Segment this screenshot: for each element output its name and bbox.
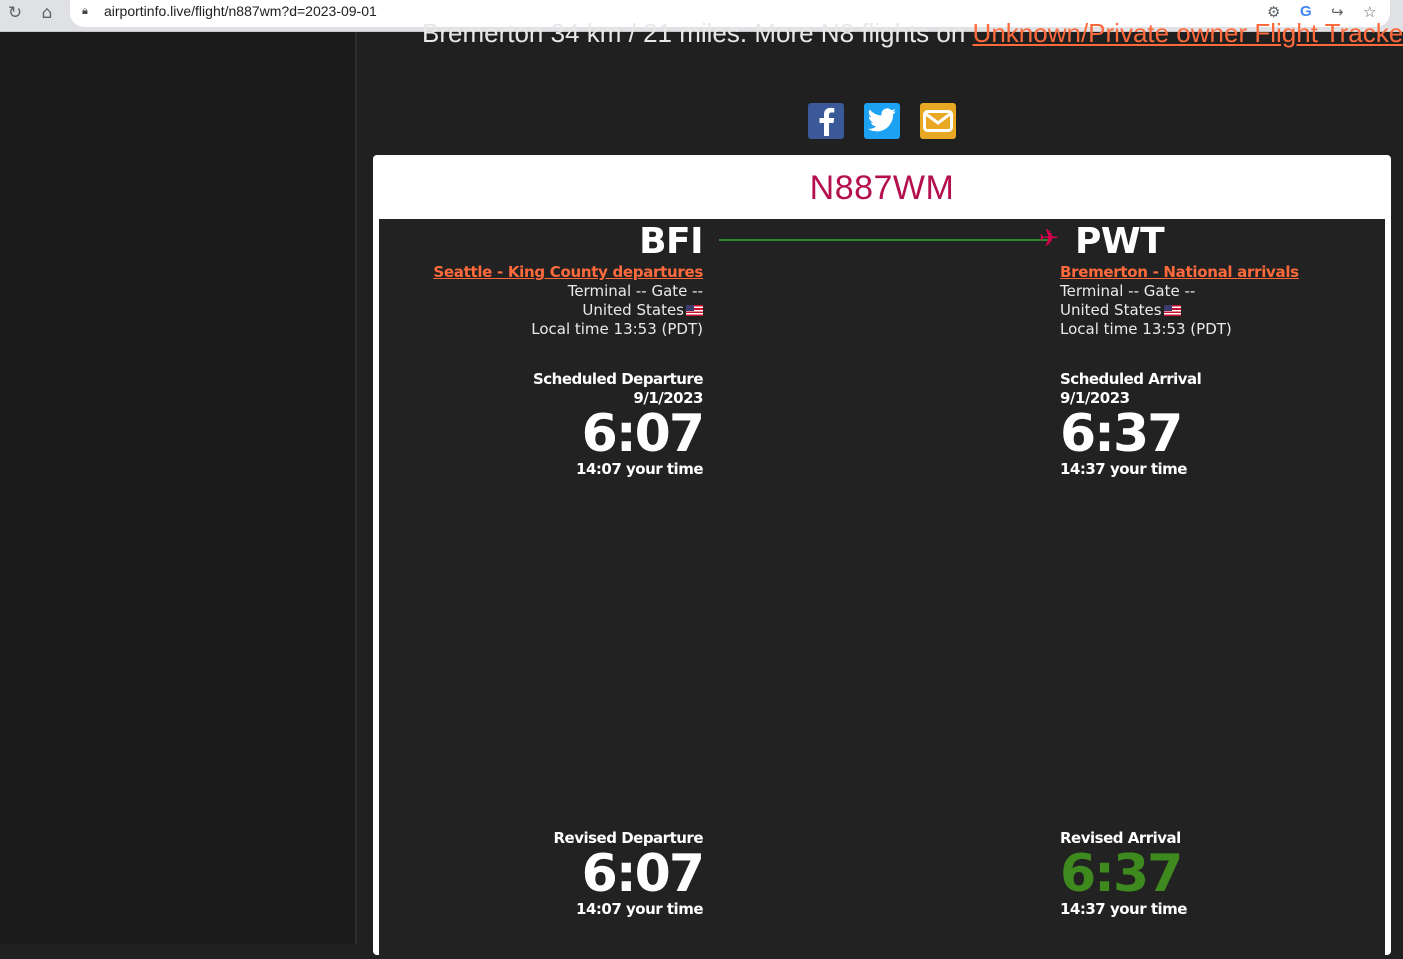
flight-number-title: N887WM	[809, 169, 955, 207]
revised-arrival: Revised Arrival 6:37 14:37 your time	[1060, 829, 1187, 918]
facebook-icon	[819, 107, 835, 136]
twitter-icon	[867, 108, 896, 132]
departure-airport-link[interactable]: Seattle - King County departures	[433, 263, 703, 281]
facebook-share-button[interactable]	[808, 103, 844, 139]
departure-terminal-gate: Terminal -- Gate --	[567, 282, 703, 300]
email-icon	[923, 110, 953, 132]
flight-board: BFI ✈ PWT Seattle - King County departur…	[379, 219, 1385, 959]
scheduled-arrival-your-time: 14:37 your time	[1060, 460, 1187, 478]
twitter-share-button[interactable]	[864, 103, 900, 139]
arrival-local-time: Local time 13:53 (PDT)	[1060, 320, 1232, 338]
arrival-info: Bremerton - National arrivals Terminal -…	[1060, 263, 1299, 339]
main-content: Bremerton 34 km / 21 miles. More N8 flig…	[357, 18, 1403, 959]
arrival-airport-code: PWT	[1075, 221, 1165, 262]
left-sidebar	[0, 32, 355, 944]
scheduled-departure-your-time: 14:07 your time	[576, 460, 703, 478]
us-flag-icon	[1163, 305, 1181, 316]
scheduled-departure-time: 6:07	[581, 404, 705, 464]
scheduled-arrival-label: Scheduled Arrival	[1060, 370, 1202, 388]
departure-country: United States	[582, 301, 684, 319]
airplane-icon: ✈	[1039, 224, 1060, 252]
departure-info: Seattle - King County departures Termina…	[433, 263, 703, 339]
email-share-button[interactable]	[920, 103, 956, 139]
lock-icon: 🔒︎	[82, 4, 88, 17]
home-icon[interactable]: ⌂	[35, 3, 59, 23]
revised-arrival-your-time: 14:37 your time	[1060, 900, 1187, 918]
scheduled-departure-label: Scheduled Departure	[532, 370, 704, 388]
arrival-airport-link[interactable]: Bremerton - National arrivals	[1060, 263, 1299, 281]
reload-icon[interactable]: ↻	[3, 3, 27, 23]
revised-arrival-time: 6:37	[1060, 844, 1183, 904]
revised-departure-your-time: 14:07 your time	[576, 900, 703, 918]
intro-text: Bremerton 34 km / 21 miles. More N8 flig…	[422, 18, 1403, 49]
scheduled-departure: Scheduled Departure 9/1/2023 6:07 14:07 …	[532, 370, 705, 478]
scheduled-arrival: Scheduled Arrival 9/1/2023 6:37 14:37 yo…	[1060, 370, 1202, 478]
flight-tracker-link[interactable]: Unknown/Private owner Flight Tracker	[973, 18, 1403, 48]
departure-local-time: Local time 13:53 (PDT)	[531, 320, 703, 338]
departure-airport-code: BFI	[639, 221, 703, 262]
route-line	[719, 239, 1049, 241]
intro-text-body: Bremerton 34 km / 21 miles. More N8 flig…	[422, 18, 973, 48]
arrival-country: United States	[1060, 301, 1162, 319]
arrival-terminal-gate: Terminal -- Gate --	[1060, 282, 1196, 300]
flight-card: N887WM BFI ✈ PWT Seattle - King County d…	[373, 155, 1391, 959]
scheduled-arrival-time: 6:37	[1060, 404, 1183, 464]
url-text[interactable]: airportinfo.live/flight/n887wm?d=2023-09…	[104, 3, 377, 19]
revised-departure: Revised Departure 6:07 14:07 your time	[553, 829, 705, 918]
revised-departure-time: 6:07	[581, 844, 705, 904]
us-flag-icon	[686, 305, 703, 316]
